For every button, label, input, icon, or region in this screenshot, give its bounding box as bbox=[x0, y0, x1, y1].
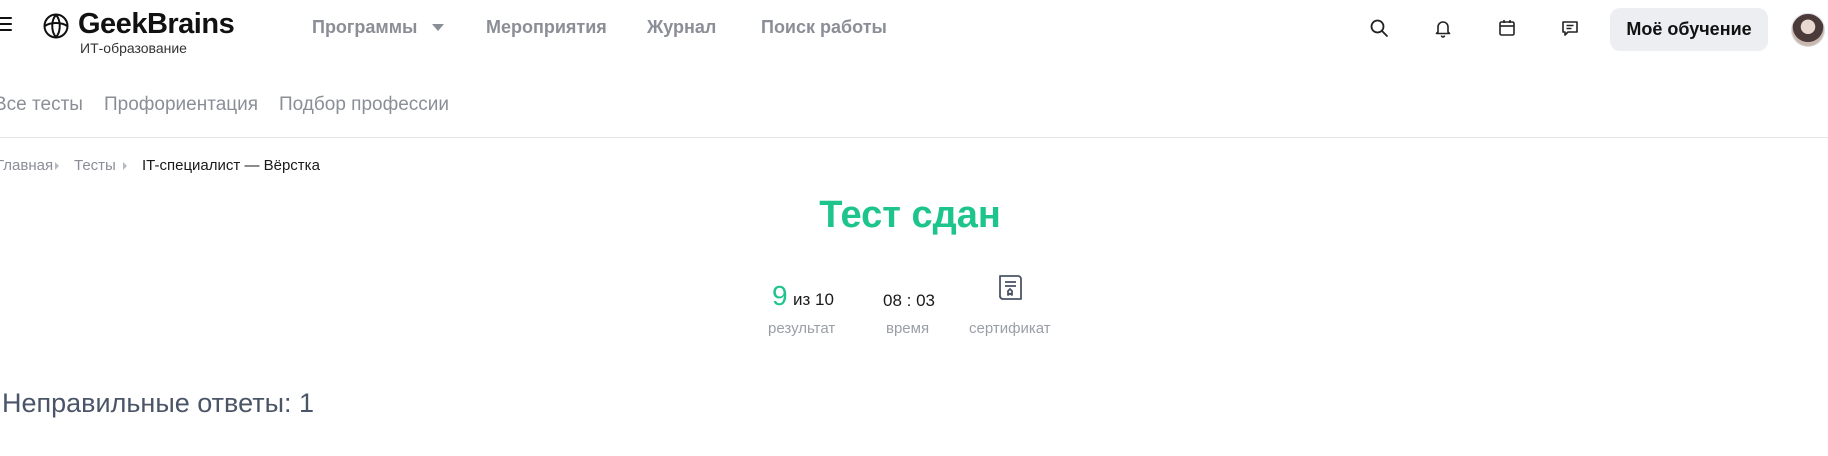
avatar[interactable] bbox=[1791, 13, 1825, 47]
time-value: 08 : 03 bbox=[883, 291, 935, 310]
nav-jobs[interactable]: Поиск работы bbox=[761, 17, 887, 38]
menu-icon[interactable] bbox=[0, 17, 12, 32]
breadcrumb-separator-icon bbox=[123, 162, 127, 170]
chevron-down-icon[interactable] bbox=[432, 24, 444, 31]
result-title: Тест сдан bbox=[819, 194, 1001, 236]
score-total: из 10 bbox=[793, 290, 834, 309]
wrong-answers-heading: Неправильные ответы: 1 bbox=[2, 388, 314, 418]
subnav-profession-selection[interactable]: Подбор профессии bbox=[279, 94, 449, 116]
subnav-all-tests[interactable]: Все тесты bbox=[0, 94, 83, 116]
breadcrumb-separator-icon bbox=[55, 162, 59, 170]
search-icon[interactable] bbox=[1368, 17, 1390, 39]
logo-icon[interactable] bbox=[42, 12, 70, 40]
certificate-icon[interactable] bbox=[994, 272, 1026, 304]
divider bbox=[0, 137, 1828, 138]
chat-icon[interactable] bbox=[1559, 17, 1581, 39]
subnav-career-guidance[interactable]: Профориентация bbox=[104, 94, 258, 116]
breadcrumb-tests[interactable]: Тесты bbox=[74, 157, 116, 174]
logo-name[interactable]: GeekBrains bbox=[78, 8, 235, 41]
calendar-icon[interactable] bbox=[1496, 17, 1518, 39]
breadcrumb-current: IT-специалист — Вёрстка bbox=[142, 157, 320, 174]
breadcrumb-home[interactable]: Главная bbox=[0, 157, 53, 174]
bell-icon[interactable] bbox=[1432, 17, 1454, 39]
nav-journal[interactable]: Журнал bbox=[647, 17, 716, 38]
logo-subtitle: ИТ-образование bbox=[80, 40, 187, 56]
nav-programs[interactable]: Программы bbox=[312, 17, 417, 38]
my-learning-button[interactable]: Моё обучение bbox=[1610, 8, 1768, 51]
time-label: время bbox=[886, 320, 930, 337]
score-label: результат bbox=[768, 320, 836, 337]
score-value: 9 bbox=[772, 280, 788, 311]
nav-events[interactable]: Мероприятия bbox=[486, 17, 607, 38]
certificate-label[interactable]: сертификат bbox=[969, 320, 1051, 337]
